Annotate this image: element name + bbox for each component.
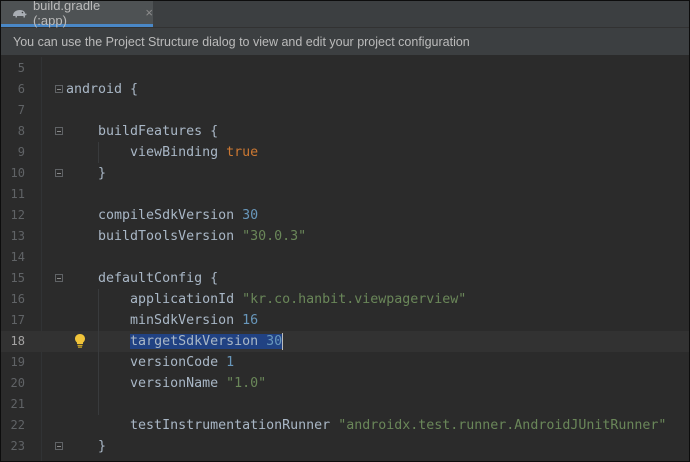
code-text: testInstrumentationRunner "androidx.test… [66, 418, 667, 433]
code-line[interactable]: 11 [1, 184, 689, 205]
code-line[interactable]: 23 } [1, 436, 689, 457]
text-caret [282, 333, 283, 350]
code-text: versionCode 1 [66, 355, 235, 370]
code-text: defaultConfig { [66, 271, 219, 286]
code-text: buildFeatures { [66, 124, 219, 139]
code-line[interactable]: 16 applicationId "kr.co.hanbit.viewpager… [1, 289, 689, 310]
tab-label: build.gradle (:app) [32, 0, 101, 28]
code-text: } [66, 439, 107, 454]
line-number: 10 [10, 166, 25, 180]
line-number: 17 [10, 313, 25, 327]
fold-toggle-icon[interactable] [55, 442, 63, 450]
line-number: 9 [17, 145, 25, 159]
code-line[interactable]: 19 versionCode 1 [1, 352, 689, 373]
code-line[interactable]: 22 testInstrumentationRunner "androidx.t… [1, 415, 689, 436]
line-number: 22 [10, 418, 25, 432]
fold-toggle-icon[interactable] [55, 127, 63, 135]
line-number: 23 [10, 439, 25, 453]
tab-build-gradle[interactable]: build.gradle (:app) × [1, 0, 153, 28]
notification-text: You can use the Project Structure dialog… [13, 34, 470, 49]
line-number: 5 [17, 61, 25, 75]
line-number: 6 [17, 82, 25, 96]
line-number: 21 [10, 397, 25, 411]
code-text: compileSdkVersion 30 [66, 208, 259, 223]
code-text: minSdkVersion 16 [66, 313, 259, 328]
code-line[interactable]: 21 [1, 394, 689, 415]
line-number: 11 [10, 187, 25, 201]
line-number: 16 [10, 292, 25, 306]
line-number: 7 [17, 103, 25, 117]
lightbulb-icon[interactable] [73, 333, 87, 349]
fold-toggle-icon[interactable] [55, 274, 63, 282]
code-line[interactable]: 12 compileSdkVersion 30 [1, 205, 689, 226]
line-number: 12 [10, 208, 25, 222]
code-line[interactable]: 18 targetSdkVersion 30 [1, 331, 689, 352]
code-text: buildToolsVersion "30.0.3" [66, 229, 307, 244]
line-number: 19 [10, 355, 25, 369]
line-number: 14 [10, 250, 25, 264]
indent-guide [98, 142, 99, 163]
line-number: 20 [10, 376, 25, 390]
indent-guide [98, 289, 99, 415]
ide-window: build.gradle (:app) × You can use the Pr… [0, 0, 690, 462]
line-number: 15 [10, 271, 25, 285]
code-line[interactable]: 13 buildToolsVersion "30.0.3" [1, 226, 689, 247]
code-line[interactable]: 10 } [1, 163, 689, 184]
line-number: 18 [10, 334, 25, 348]
code-line[interactable]: 20 versionName "1.0" [1, 373, 689, 394]
code-line[interactable]: 8 buildFeatures { [1, 121, 689, 142]
code-line[interactable]: 5 [1, 58, 689, 79]
close-icon[interactable]: × [145, 5, 153, 20]
code-text: android { [66, 82, 139, 97]
code-editor[interactable]: 5 6 android {7 8 buildFeatures {9 viewBindi… [1, 57, 689, 461]
fold-toggle-icon[interactable] [55, 169, 63, 177]
code-text: } [66, 166, 107, 181]
code-text: versionName "1.0" [66, 376, 267, 391]
code-line[interactable]: 15 defaultConfig { [1, 268, 689, 289]
editor-tab-bar: build.gradle (:app) × [1, 1, 689, 28]
line-number: 8 [17, 124, 25, 138]
code-text: applicationId "kr.co.hanbit.viewpagervie… [66, 292, 467, 307]
code-line[interactable]: 9 viewBinding true [1, 142, 689, 163]
code-line[interactable]: 14 [1, 247, 689, 268]
project-structure-notification: You can use the Project Structure dialog… [1, 28, 689, 56]
code-text: viewBinding true [66, 145, 259, 160]
gradle-elephant-icon [12, 9, 27, 17]
code-line[interactable]: 7 [1, 100, 689, 121]
code-line[interactable]: 17 minSdkVersion 16 [1, 310, 689, 331]
line-number: 13 [10, 229, 25, 243]
fold-toggle-icon[interactable] [55, 85, 63, 93]
code-line[interactable]: 6 android { [1, 79, 689, 100]
